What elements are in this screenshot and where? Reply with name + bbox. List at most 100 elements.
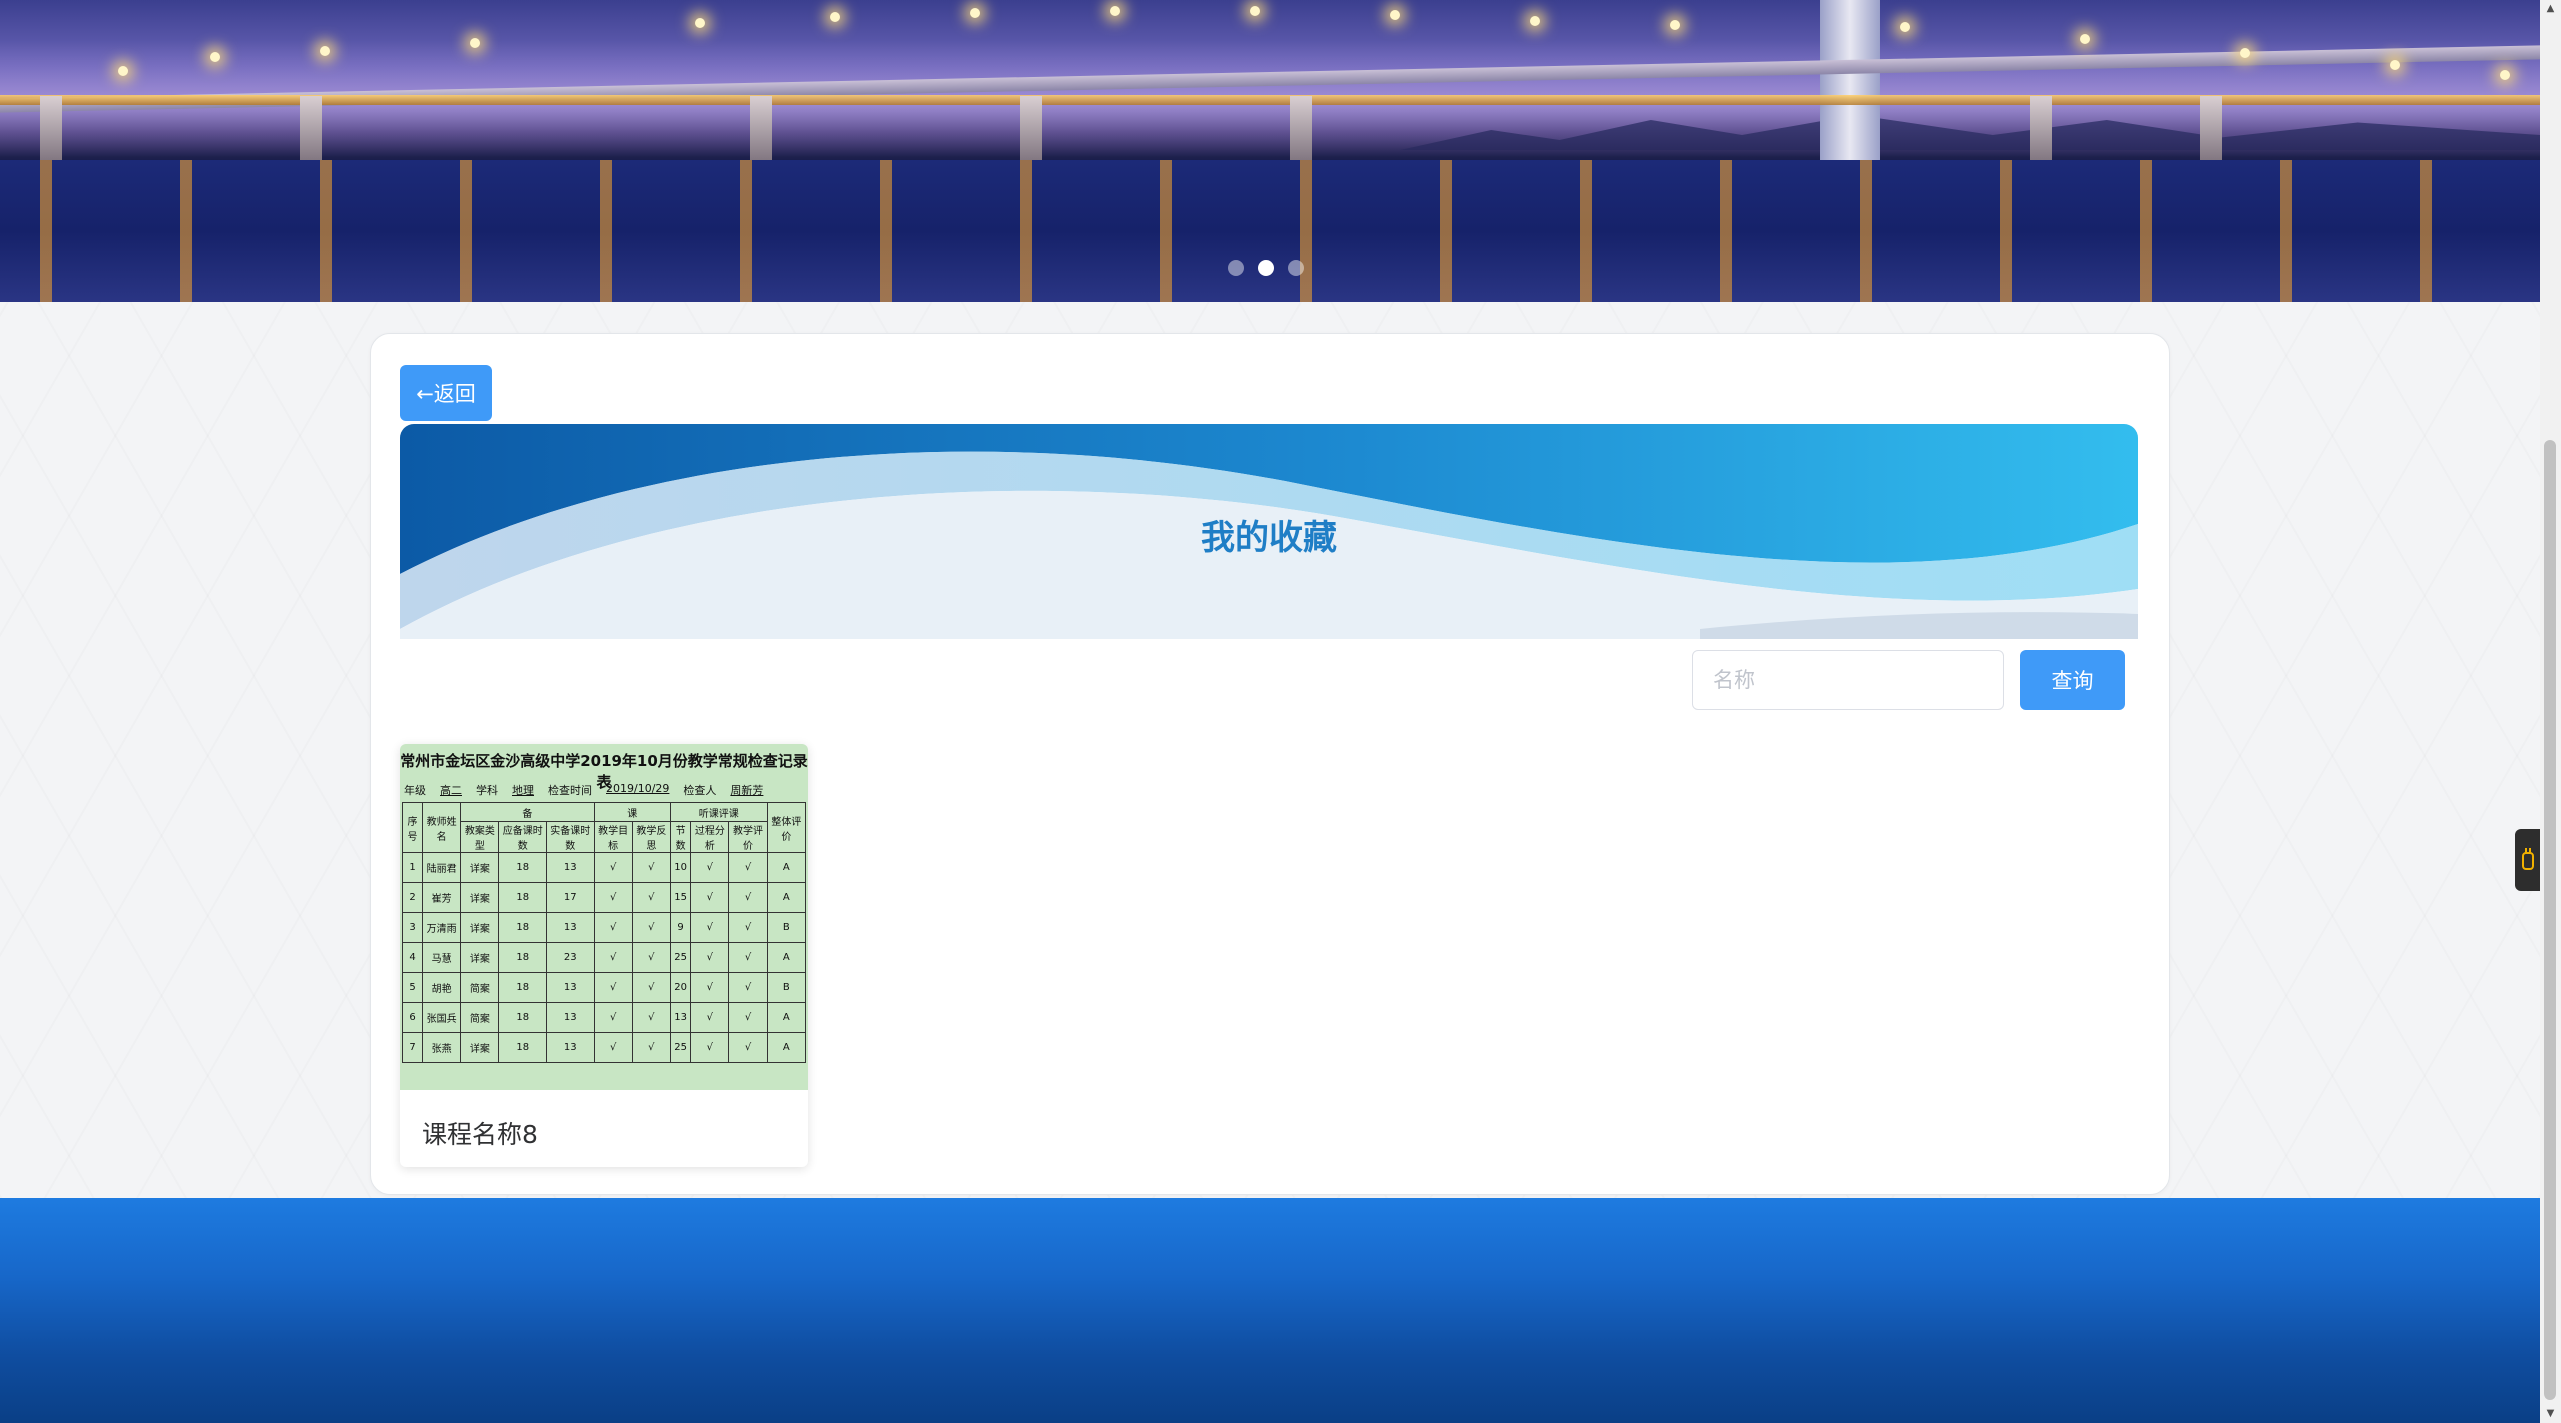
table-header-cell: 教学反思 xyxy=(631,821,671,853)
table-cell: √ xyxy=(631,942,671,973)
table-header-cell: 节数 xyxy=(669,821,692,853)
table-cell: 18 xyxy=(498,882,547,913)
street-light xyxy=(1670,20,1680,30)
table-cell: 13 xyxy=(546,852,595,883)
table-cell: 胡艳 xyxy=(422,972,462,1003)
table-cell: √ xyxy=(593,912,633,943)
table-cell: 崔芳 xyxy=(422,882,462,913)
thumbnail-table: 序号 教师姓名备课听课评课 整体评价 教案类型 应备课时数 实备课时数 教学目标 教学反思 节数… xyxy=(401,802,807,1063)
table-cell: 23 xyxy=(546,942,595,973)
table-cell: √ xyxy=(690,852,730,883)
table-header-cell: 教学评价 xyxy=(728,821,768,853)
meta-text: 年级 xyxy=(404,784,426,797)
table-cell: 18 xyxy=(498,942,547,973)
table-row: 4 马慧 详案 18 23 √ √ 25 √ √ A xyxy=(401,942,807,973)
table-row: 2 崔芳 详案 18 17 √ √ 15 √ √ A xyxy=(401,882,807,913)
table-cell: √ xyxy=(690,912,730,943)
table-cell: 陆丽君 xyxy=(422,852,462,883)
table-header-cell: 课 xyxy=(593,802,671,822)
table-cell: 7 xyxy=(401,1032,424,1063)
table-cell: 2 xyxy=(401,882,424,913)
bridge-pillar xyxy=(2200,96,2222,166)
street-light xyxy=(2080,34,2090,44)
table-header-cell: 教案类型 xyxy=(460,821,500,853)
page-footer xyxy=(0,1198,2540,1423)
table-cell: √ xyxy=(728,912,768,943)
favorite-item-card[interactable]: 常州市金坛区金沙高级中学2019年10月份教学常规检查记录表 年级 高二 学科 … xyxy=(400,744,808,1167)
carousel-dot-3[interactable] xyxy=(1288,260,1304,276)
meta-text: 2019/10/29 xyxy=(606,782,670,795)
triangle-up-icon[interactable]: ▲ xyxy=(2540,0,2561,18)
table-cell: 4 xyxy=(401,942,424,973)
table-cell: √ xyxy=(690,942,730,973)
search-button[interactable]: 查询 xyxy=(2020,650,2125,710)
scrollbar-thumb[interactable] xyxy=(2544,440,2556,1400)
meta-text: 地理 xyxy=(512,784,534,797)
table-cell: 18 xyxy=(498,972,547,1003)
table-cell: 13 xyxy=(546,1002,595,1033)
table-header-cell: 序号 xyxy=(401,802,424,853)
table-header-cell: 应备课时数 xyxy=(498,821,547,853)
street-light xyxy=(2390,60,2400,70)
table-cell: 9 xyxy=(669,912,692,943)
table-cell: 马慧 xyxy=(422,942,462,973)
triangle-down-icon[interactable]: ▼ xyxy=(2540,1405,2561,1423)
bridge-pillar xyxy=(750,96,772,166)
carousel-dot-2[interactable] xyxy=(1258,260,1274,276)
table-cell: √ xyxy=(593,882,633,913)
bridge-pillar xyxy=(300,96,322,166)
favorites-panel: ←返回 我的收藏 查询 常州市金坛区金沙高级中学2 xyxy=(370,333,2170,1195)
table-cell: √ xyxy=(631,972,671,1003)
table-header-cell: 整体评价 xyxy=(766,802,807,853)
table-cell: √ xyxy=(690,1002,730,1033)
banner-water xyxy=(0,160,2540,302)
street-light xyxy=(1390,10,1400,20)
table-cell: B xyxy=(766,972,807,1003)
table-cell: 13 xyxy=(546,912,595,943)
table-cell: 18 xyxy=(498,912,547,943)
street-light xyxy=(695,18,705,28)
table-cell: √ xyxy=(728,942,768,973)
table-cell: 详案 xyxy=(460,942,500,973)
street-light xyxy=(1530,16,1540,26)
meta-text: 周新芳 xyxy=(730,784,764,797)
meta-text: 检查人 xyxy=(683,784,717,797)
name-search-input[interactable] xyxy=(1692,650,2004,710)
street-light xyxy=(320,46,330,56)
plug-icon xyxy=(2521,848,2534,870)
banner-carousel[interactable] xyxy=(0,0,2540,302)
table-row: 6 张国兵 简案 18 13 √ √ 13 √ √ A xyxy=(401,1002,807,1033)
table-cell: 13 xyxy=(669,1002,692,1033)
table-cell: √ xyxy=(690,1032,730,1063)
table-cell: √ xyxy=(728,972,768,1003)
table-cell: 13 xyxy=(546,972,595,1003)
street-light xyxy=(830,12,840,22)
table-cell: 3 xyxy=(401,912,424,943)
table-cell: √ xyxy=(593,1032,633,1063)
table-cell: 13 xyxy=(546,1032,595,1063)
back-button[interactable]: ←返回 xyxy=(400,365,492,421)
table-cell: 张国兵 xyxy=(422,1002,462,1033)
table-cell: √ xyxy=(593,1002,633,1033)
table-cell: 18 xyxy=(498,852,547,883)
table-cell: 万清雨 xyxy=(422,912,462,943)
table-cell: 10 xyxy=(669,852,692,883)
carousel-dot-1[interactable] xyxy=(1228,260,1244,276)
table-cell: A xyxy=(766,942,807,973)
table-cell: √ xyxy=(728,1002,768,1033)
street-light xyxy=(2240,48,2250,58)
table-cell: 15 xyxy=(669,882,692,913)
table-cell: √ xyxy=(593,852,633,883)
table-cell: 25 xyxy=(669,942,692,973)
table-cell: √ xyxy=(728,1032,768,1063)
table-cell: √ xyxy=(631,1032,671,1063)
table-cell: √ xyxy=(593,942,633,973)
table-cell: A xyxy=(766,1032,807,1063)
street-light xyxy=(118,66,128,76)
table-cell: √ xyxy=(631,912,671,943)
street-light xyxy=(2500,70,2510,80)
side-widget-button[interactable] xyxy=(2515,829,2540,891)
street-light xyxy=(210,52,220,62)
vertical-scrollbar[interactable]: ▲ ▼ xyxy=(2540,0,2561,1423)
item-thumbnail: 常州市金坛区金沙高级中学2019年10月份教学常规检查记录表 年级 高二 学科 … xyxy=(400,744,808,1090)
